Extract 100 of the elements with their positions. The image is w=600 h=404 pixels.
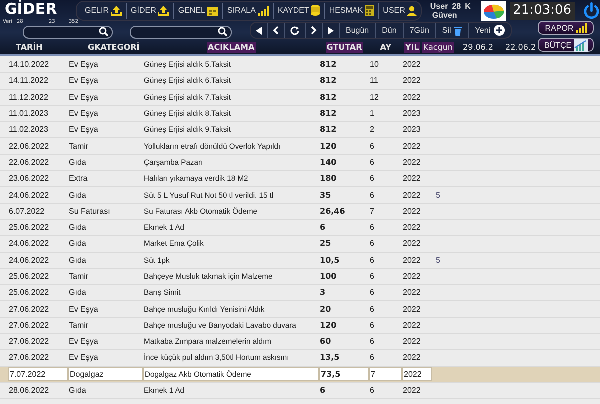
month-cell-text: 6 (369, 223, 376, 232)
nav-button[interactable]: GİDER (127, 2, 174, 18)
delete-button[interactable]: Sil (436, 23, 470, 38)
date-cell-text: 14.10.2022 (8, 60, 50, 70)
amount-cell-text: 6 (319, 386, 327, 396)
year-cell: 2022 (402, 367, 432, 382)
year-cell-text: 2023 (402, 109, 422, 118)
month-cell-text: 2 (369, 125, 376, 134)
year-cell-text: 2022 (402, 223, 422, 232)
category-cell-text: Gıda (68, 239, 88, 248)
date-cell-text: 25.06.2022 (8, 272, 50, 281)
nav-button[interactable]: SIRALA (223, 2, 274, 18)
category-cell-text: Ev Eşya (68, 109, 100, 118)
year-cell-text: 2022 (402, 190, 422, 200)
calculator-icon (365, 5, 374, 16)
column-header[interactable]: 29.06.2 (462, 42, 495, 52)
report-button[interactable]: RAPOR (538, 21, 594, 35)
amount-cell-text: 120 (319, 320, 338, 330)
date-cell-text: 27.06.2022 (8, 304, 50, 314)
year-cell-text: 2022 (402, 60, 422, 70)
new-button[interactable]: Yeni (469, 23, 511, 38)
date-cell-text: 11.01.2023 (8, 109, 50, 118)
year-cell-text: 2022 (402, 239, 422, 248)
upload-icon (111, 6, 122, 16)
search-icon[interactable] (218, 27, 228, 37)
column-header[interactable]: AY (379, 42, 392, 52)
month-cell-text: 6 (369, 288, 376, 298)
amount-cell-text: 60 (319, 337, 332, 346)
date-cell-text: 27.06.2022 (8, 353, 50, 362)
year-cell-text: 2022 (402, 92, 422, 102)
amount-cell-text: 140 (319, 158, 338, 167)
trash-icon (454, 26, 462, 36)
date-cell: 7.07.2022 (8, 367, 68, 382)
category-cell-text: Gıda (68, 256, 88, 265)
category-cell-text: Su Faturası (68, 206, 112, 216)
extra-cell-text: 5 (435, 256, 442, 265)
column-header[interactable]: ACIKLAMA (207, 42, 256, 52)
column-header[interactable]: TARİH (15, 42, 87, 52)
category-cell-text: Gıda (68, 190, 88, 200)
power-icon[interactable] (582, 2, 600, 20)
upload-icon (158, 6, 170, 16)
date-cell-text: 24.06.2022 (8, 190, 50, 200)
plus-icon (494, 25, 505, 36)
year-cell-text: 2022 (402, 353, 422, 362)
category-cell-text: Ev Eşya (68, 353, 100, 362)
month-cell-text: 6 (369, 320, 376, 330)
category-cell-text: Ev Eşya (68, 60, 100, 70)
date-cell-text: 11.12.2022 (8, 92, 50, 102)
amount-cell-text: 812 (319, 76, 338, 86)
nav-button[interactable]: USER (379, 2, 422, 18)
nav-button[interactable]: HESMAK (325, 2, 380, 18)
nav-button[interactable]: KAYDET (274, 2, 326, 18)
date-filter-button[interactable]: Bugün (340, 23, 376, 38)
user-label: User (430, 2, 448, 10)
pie-chart-icon[interactable] (480, 0, 506, 20)
search-field[interactable] (130, 26, 232, 39)
category-cell-text: Tamir (68, 320, 90, 330)
date-cell-text: 6.07.2022 (8, 206, 46, 216)
date-filter-button[interactable]: Dün (376, 23, 404, 38)
nav-button[interactable]: GELIR (81, 2, 128, 18)
column-header[interactable]: GKATEGORİ (87, 42, 207, 52)
bar-chart-icon (258, 6, 269, 16)
search-icon[interactable] (99, 27, 109, 37)
column-header[interactable]: GTUTAR (326, 42, 364, 52)
column-header[interactable]: Kacgun (422, 42, 454, 52)
user-count: 28 (452, 2, 462, 10)
category-cell-text: Gıda (68, 223, 88, 232)
category-cell-text: Ev Eşya (68, 125, 100, 134)
amount-cell-text: 812 (319, 92, 338, 102)
column-header[interactable]: YIL (404, 42, 420, 52)
amount-cell-text: 35 (319, 190, 332, 200)
date-cell-text: 25.06.2022 (8, 288, 50, 298)
coin-stack-icon (311, 5, 320, 16)
category-cell-text: Gıda (68, 288, 88, 298)
year-cell-text: 2022 (402, 386, 422, 396)
category-cell-text: Ev Eşya (68, 337, 100, 346)
clock: 21:03:06 (510, 2, 575, 20)
date-filter-button[interactable]: 7Gün (404, 23, 436, 38)
amount-cell-text: 10,5 (319, 256, 341, 265)
nav-button[interactable]: GENEL (174, 2, 224, 18)
year-cell-text: 2022 (402, 256, 422, 265)
year-cell-text: 2022 (402, 142, 422, 151)
date-cell-text: 11.02.2023 (8, 125, 50, 134)
budget-button[interactable]: BÜTÇE (538, 38, 594, 52)
year-cell-text: 2022 (402, 158, 422, 167)
amount-cell-text: 20 (319, 304, 332, 314)
date-cell-text: 28.06.2022 (8, 386, 50, 396)
date-cell-text: 25.06.2022 (8, 223, 50, 232)
amount-cell-text: 812 (319, 125, 338, 134)
year-cell-text: 2022 (402, 337, 422, 346)
amount-cell-text: 812 (319, 60, 338, 70)
month-cell-text: 6 (369, 337, 376, 346)
month-cell-text: 6 (369, 142, 376, 151)
amount-cell-text: 25 (319, 239, 332, 248)
search-field[interactable] (23, 26, 113, 39)
year-cell-text: 2022 (402, 206, 422, 216)
column-header[interactable]: 22.06.2 (504, 42, 538, 52)
calendar-icon (207, 6, 218, 16)
amount-cell: 73,5 (319, 367, 369, 382)
month-cell-text: 6 (369, 174, 376, 184)
